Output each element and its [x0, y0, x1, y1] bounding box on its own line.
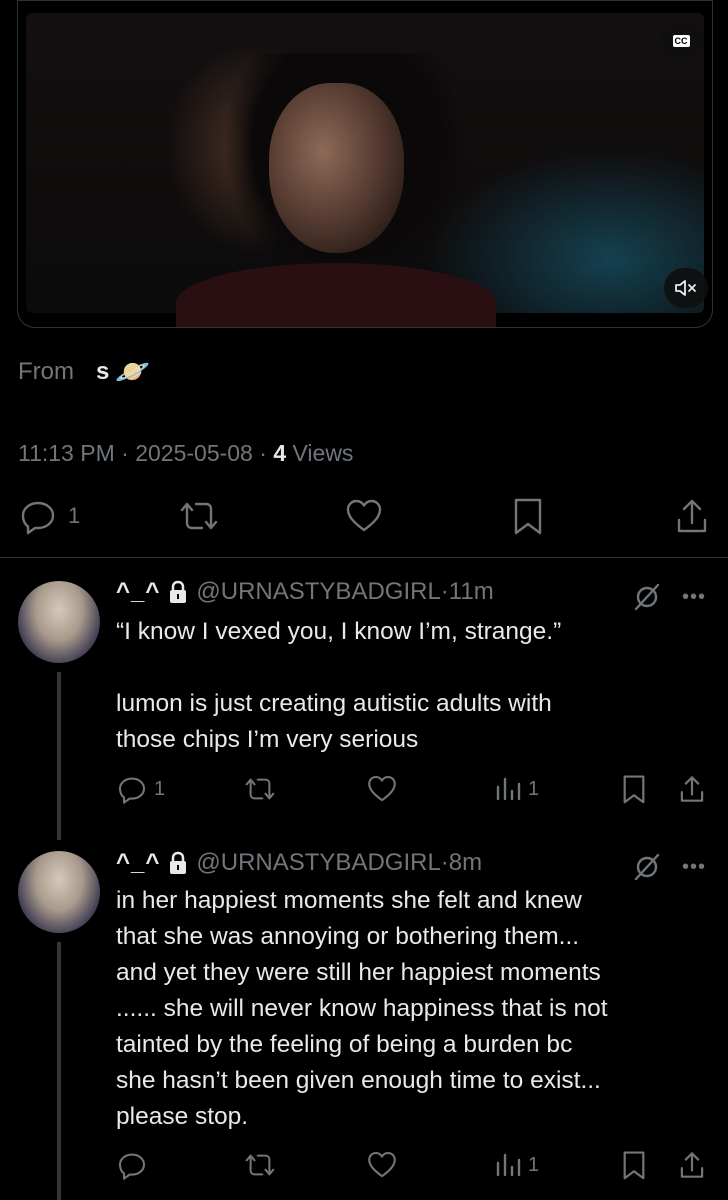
view-count: 1 [528, 777, 540, 800]
reply-header-icons: ••• [632, 582, 706, 612]
avatar[interactable] [18, 851, 100, 933]
reply-icon [21, 501, 55, 535]
mute-button[interactable] [664, 268, 708, 308]
time-separator: · [440, 578, 449, 605]
reply-time[interactable]: 8m [449, 849, 482, 877]
heart-icon [368, 1151, 396, 1178]
views-chart-icon [496, 777, 521, 801]
reply-views-button[interactable]: 1 [494, 773, 539, 805]
more-options-icon[interactable]: ••• [682, 586, 706, 609]
time-separator: · [440, 849, 449, 876]
reply-header-icons: ••• [632, 852, 706, 882]
reply-icon [118, 777, 146, 804]
video-player[interactable]: CC [17, 0, 713, 328]
cc-icon: CC [672, 35, 690, 47]
reply-share-button[interactable] [678, 773, 706, 805]
grok-icon[interactable] [632, 582, 662, 612]
meta-separator: · [252, 440, 274, 466]
repost-button[interactable] [176, 496, 222, 536]
lock-icon [168, 580, 188, 604]
speaker-muted-icon [675, 280, 696, 296]
source-name[interactable]: s [96, 358, 109, 386]
reply-reply-button[interactable]: 1 [116, 773, 165, 805]
share-icon [680, 1152, 704, 1178]
reply-text: “I know I vexed you, I know I’m, strange… [116, 618, 562, 753]
reply-header: ^_^ @URNASTYBADGIRL · 11m [116, 578, 494, 606]
reply-button[interactable]: 1 [18, 496, 80, 536]
post-meta: 11:13 PM · 2025-05-08 · 4 Views [18, 440, 353, 467]
bookmark-icon [623, 775, 645, 804]
display-name[interactable]: ^_^ [116, 578, 160, 606]
bookmark-button[interactable] [510, 496, 546, 536]
repost-icon [180, 502, 218, 530]
reply-repost-button[interactable] [242, 773, 278, 805]
reply-header: ^_^ @URNASTYBADGIRL · 8m [116, 849, 482, 877]
reply-repost-button[interactable] [242, 1149, 278, 1181]
bookmark-icon [514, 498, 542, 535]
like-button[interactable] [344, 496, 384, 536]
reply-share-button[interactable] [678, 1149, 706, 1181]
avatar[interactable] [18, 581, 100, 663]
share-icon [680, 776, 704, 802]
grok-icon[interactable] [632, 852, 662, 882]
share-button[interactable] [674, 496, 710, 536]
views-count: 4 [273, 440, 287, 466]
repost-icon [245, 778, 275, 800]
reply-icon [118, 1153, 146, 1180]
handle[interactable]: @URNASTYBADGIRL [196, 849, 440, 877]
views-label: Views [286, 440, 354, 466]
reply-like-button[interactable] [366, 773, 398, 805]
reply-time[interactable]: 11m [449, 578, 494, 606]
heart-icon [346, 499, 382, 532]
from-label: From [18, 357, 74, 385]
captions-button[interactable]: CC [658, 24, 704, 58]
meta-separator: · [114, 440, 136, 466]
reply-like-button[interactable] [366, 1149, 398, 1181]
display-name[interactable]: ^_^ [116, 849, 160, 877]
thread-line [57, 942, 61, 1200]
reply-text: in her happiest moments she felt and kne… [116, 887, 608, 1130]
post-action-bar: 1 [0, 496, 728, 540]
heart-icon [368, 775, 396, 802]
share-icon [677, 499, 707, 533]
divider [0, 557, 728, 558]
reply-bookmark-button[interactable] [620, 773, 648, 805]
source-attribution: From s 🪐 [18, 355, 150, 388]
post-time[interactable]: 11:13 PM [18, 440, 115, 466]
reply-count: 1 [68, 503, 81, 528]
video-face [269, 83, 404, 253]
post-date[interactable]: 2025-05-08 [135, 440, 253, 466]
handle[interactable]: @URNASTYBADGIRL [196, 578, 440, 606]
more-options-icon[interactable]: ••• [682, 856, 706, 879]
repost-icon [245, 1154, 275, 1176]
video-frame[interactable] [26, 13, 704, 327]
bookmark-icon [623, 1151, 645, 1180]
reply-reply-button[interactable] [116, 1149, 154, 1181]
reply-views-button[interactable]: 1 [494, 1149, 539, 1181]
thread-line [57, 672, 61, 840]
reply-bookmark-button[interactable] [620, 1149, 648, 1181]
view-count: 1 [528, 1153, 540, 1176]
views-chart-icon [496, 1153, 521, 1177]
reply-count: 1 [154, 777, 166, 800]
lock-icon [168, 851, 188, 875]
planet-emoji: 🪐 [115, 356, 151, 387]
